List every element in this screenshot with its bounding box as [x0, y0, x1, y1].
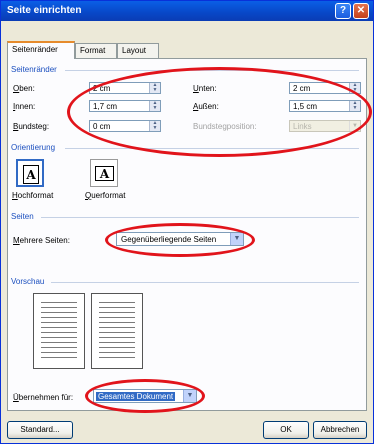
cancel-button[interactable]: Abbrechen: [313, 421, 367, 439]
aussen-value: 1,5 cm: [293, 102, 318, 111]
tab-layout[interactable]: Layout: [117, 43, 159, 58]
close-button[interactable]: ✕: [353, 3, 369, 19]
group-divider: [65, 70, 359, 71]
landscape-page-icon[interactable]: A: [90, 159, 118, 187]
page-setup-dialog: Seite einrichten ? ✕ Seitenränder Format…: [0, 0, 374, 444]
up-down-arrows-icon[interactable]: ▲ ▼: [149, 121, 160, 131]
apply-to-value: Gesamtes Dokument: [96, 392, 176, 401]
chevron-down-icon: ▼: [349, 121, 360, 131]
preview-page-left: [33, 293, 85, 369]
bundstegposition-select: Links ▼: [289, 120, 361, 132]
unten-input[interactable]: 2 cm ▲ ▼: [289, 82, 361, 94]
bundsteg-input[interactable]: 0 cm ▲ ▼: [89, 120, 161, 132]
chevron-down-icon[interactable]: ▼: [183, 390, 196, 402]
apply-to-label: Übernehmen für:: [13, 393, 74, 402]
unten-label: Unten:: [193, 84, 217, 93]
hochformat-label[interactable]: Hochformat: [12, 191, 53, 200]
apply-to-select[interactable]: Gesamtes Dokument ▼: [93, 389, 197, 403]
group-divider: [51, 282, 359, 283]
mehrere-seiten-value: Gegenüberliegende Seiten: [121, 235, 217, 244]
tab-label: Layout: [122, 46, 147, 55]
preview-page-right: [91, 293, 143, 369]
dialog-title: Seite einrichten: [7, 5, 82, 16]
mehrere-seiten-label: Mehrere Seiten:: [13, 236, 70, 245]
portrait-page-icon[interactable]: A: [16, 159, 44, 187]
tab-label: Format: [80, 46, 106, 55]
standard-button[interactable]: Standard...: [7, 421, 73, 439]
up-down-arrows-icon[interactable]: ▲ ▼: [349, 101, 360, 111]
mehrere-seiten-select[interactable]: Gegenüberliegende Seiten ▼: [116, 232, 244, 246]
group-divider: [41, 217, 359, 218]
tab-seitenraender[interactable]: Seitenränder: [7, 41, 75, 59]
cancel-button-label: Abbrechen: [320, 425, 360, 434]
help-icon: ?: [339, 5, 347, 16]
orientation-group-header: Orientierung: [11, 143, 56, 152]
oben-value: 2 cm: [93, 84, 111, 93]
innen-input[interactable]: 1,7 cm ▲ ▼: [89, 100, 161, 112]
innen-value: 1,7 cm: [93, 102, 118, 111]
group-divider: [65, 148, 359, 149]
close-icon: ✕: [356, 5, 366, 16]
landscape-glyph: A: [95, 166, 114, 181]
innen-label: Innen:: [13, 102, 36, 111]
ok-button-label: OK: [280, 425, 292, 434]
ok-button[interactable]: OK: [263, 421, 309, 439]
aussen-input[interactable]: 1,5 cm ▲ ▼: [289, 100, 361, 112]
tab-label: Seitenränder: [12, 45, 58, 54]
up-down-arrows-icon[interactable]: ▲ ▼: [149, 83, 160, 93]
bundstegposition-label: Bundstegposition:: [193, 122, 257, 131]
bundsteg-label: Bundsteg:: [13, 122, 50, 131]
oben-label: Oben:: [13, 84, 35, 93]
tab-format[interactable]: Format: [75, 43, 117, 58]
portrait-glyph: A: [23, 165, 39, 184]
up-down-arrows-icon[interactable]: ▲ ▼: [149, 101, 160, 111]
help-button[interactable]: ?: [335, 3, 351, 19]
margins-group-header: Seitenränder: [11, 65, 57, 74]
up-down-arrows-icon[interactable]: ▲ ▼: [349, 83, 360, 93]
pages-group-header: Seiten: [11, 212, 34, 221]
bundsteg-value: 0 cm: [93, 122, 111, 131]
chevron-down-icon[interactable]: ▼: [230, 233, 243, 245]
oben-input[interactable]: 2 cm ▲ ▼: [89, 82, 161, 94]
title-bar: Seite einrichten ? ✕: [1, 1, 373, 21]
querformat-label[interactable]: Querformat: [85, 191, 125, 200]
preview-group-header: Vorschau: [11, 277, 45, 286]
standard-button-label: Standard...: [20, 425, 60, 434]
aussen-label: Außen:: [193, 102, 219, 111]
bundstegposition-value: Links: [293, 122, 312, 131]
unten-value: 2 cm: [293, 84, 311, 93]
